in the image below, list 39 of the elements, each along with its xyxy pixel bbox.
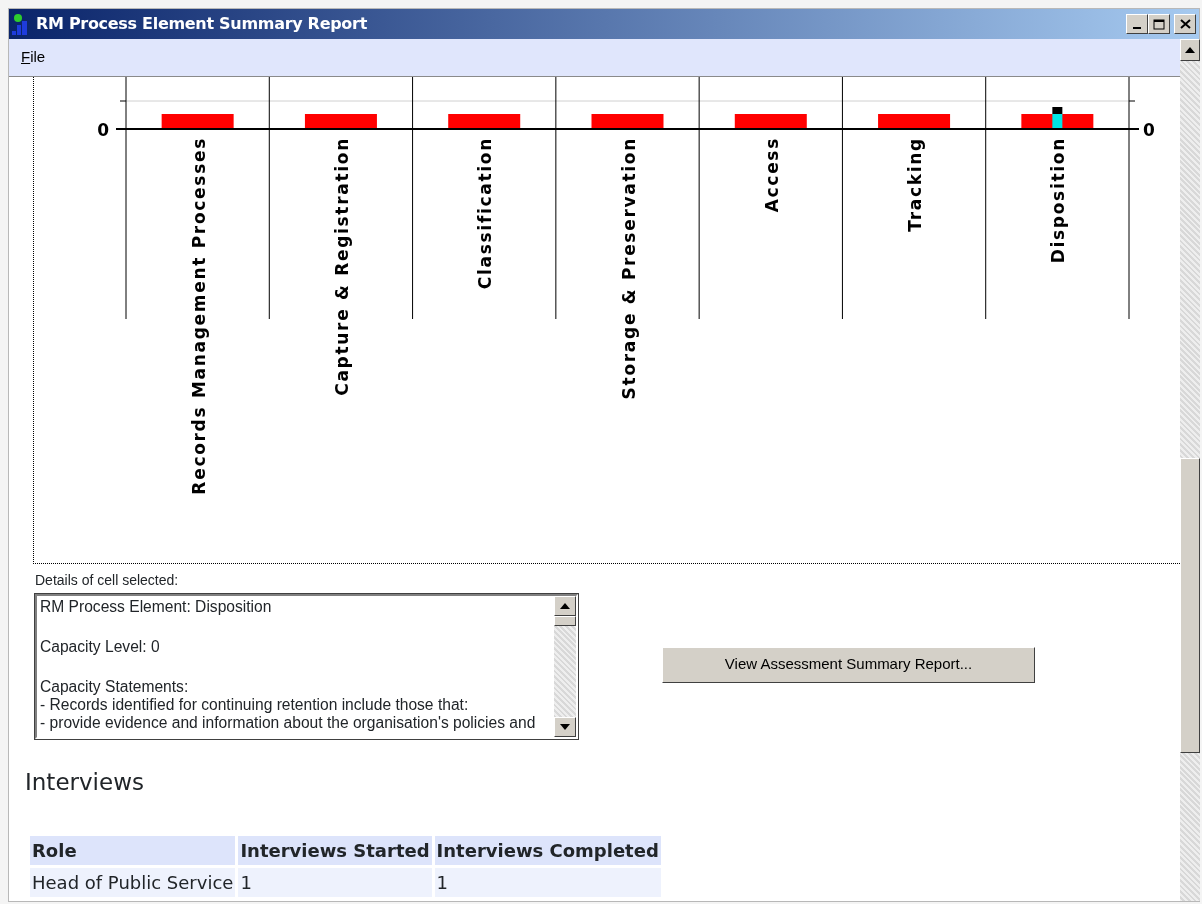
category-label[interactable]: Capture & Registration bbox=[331, 137, 352, 396]
window-title: RM Process Element Summary Report bbox=[36, 13, 367, 35]
file-menu[interactable]: File bbox=[21, 46, 46, 69]
category-label[interactable]: Classification bbox=[475, 137, 496, 290]
table-cell: 1 bbox=[434, 867, 661, 897]
text-line: Capacity Statements: bbox=[40, 678, 189, 696]
text-line: RM Process Element: Disposition bbox=[40, 598, 272, 616]
minimize-button[interactable] bbox=[1126, 14, 1148, 34]
category-label[interactable]: Storage & Preservation bbox=[618, 137, 639, 400]
column-header: Interviews Completed bbox=[434, 835, 661, 865]
maximize-button[interactable] bbox=[1148, 14, 1170, 34]
scroll-up-icon[interactable] bbox=[560, 603, 570, 609]
scroll-down-icon[interactable] bbox=[560, 724, 570, 730]
text-line: Capacity Level: 0 bbox=[40, 638, 160, 656]
table-cell: 1 bbox=[238, 867, 432, 897]
minimize-icon bbox=[1133, 27, 1141, 29]
category-label[interactable]: Records Management Processes bbox=[188, 137, 209, 495]
text-line: - provide evidence and information about the organisation's policies and bbox=[40, 714, 536, 732]
vertical-scrollbar[interactable] bbox=[1180, 39, 1200, 901]
close-button[interactable] bbox=[1174, 14, 1196, 34]
category-label[interactable]: Disposition bbox=[1048, 137, 1069, 264]
category-label[interactable]: Access bbox=[761, 137, 782, 213]
axis-tick-label: 0 bbox=[97, 120, 109, 140]
view-summary-report-button[interactable]: View Assessment Summary Report... bbox=[662, 646, 1035, 683]
scroll-up-icon[interactable] bbox=[1185, 47, 1195, 53]
column-header: Interviews Started bbox=[238, 835, 432, 865]
table-cell: Head of Public Service bbox=[30, 867, 236, 897]
scroll-thumb[interactable] bbox=[554, 616, 576, 626]
text-line: - Records identified for continuing retention include those that: bbox=[40, 696, 469, 714]
maximize-icon bbox=[1153, 18, 1165, 30]
details-label: Details of cell selected: bbox=[35, 571, 180, 590]
scroll-thumb[interactable] bbox=[1180, 458, 1200, 753]
category-label[interactable]: Tracking bbox=[905, 137, 926, 232]
text-area-scrollbar[interactable] bbox=[554, 596, 576, 737]
column-header: Role bbox=[30, 835, 236, 865]
details-text-area[interactable] bbox=[35, 594, 578, 739]
axis-tick-label: 0 bbox=[1143, 120, 1155, 140]
close-icon bbox=[1179, 19, 1191, 29]
section-heading: Interviews bbox=[25, 768, 145, 797]
